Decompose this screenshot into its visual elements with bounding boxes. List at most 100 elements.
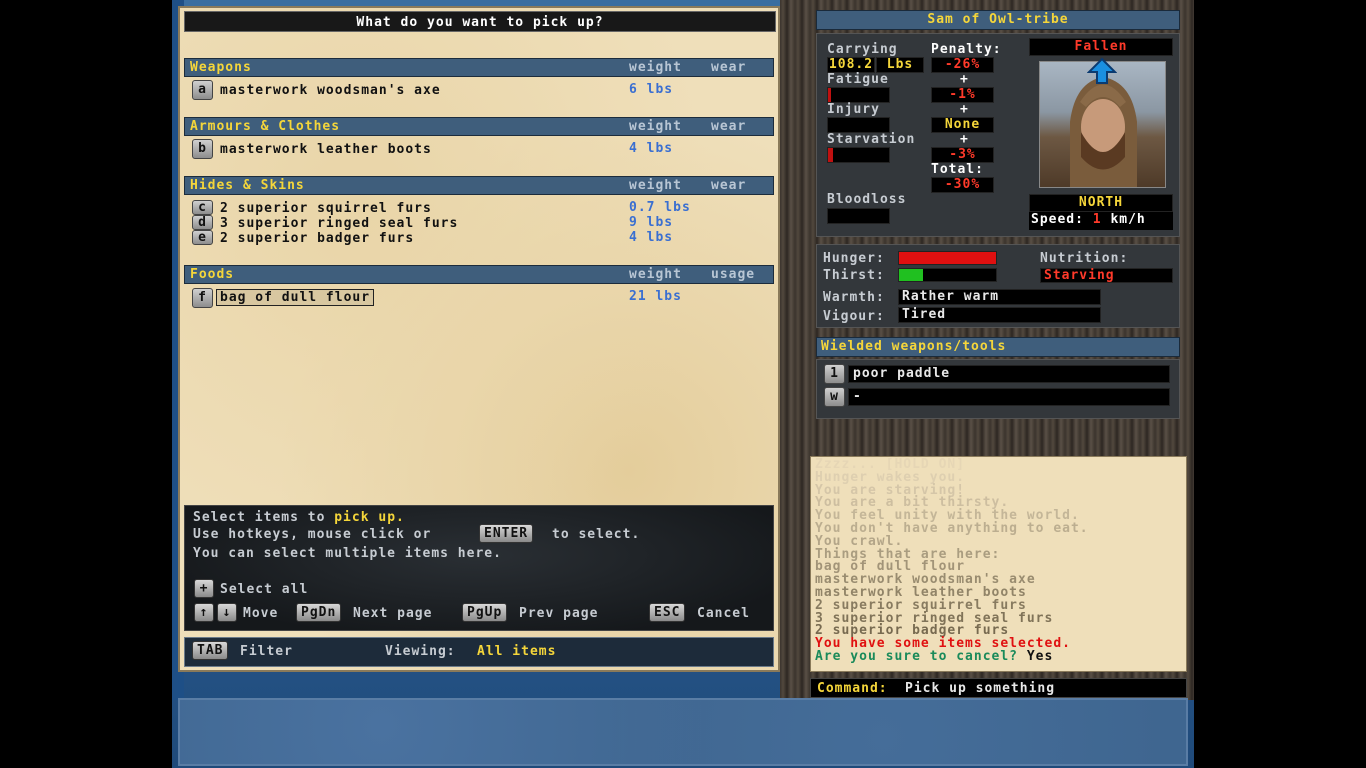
item-leather-boots[interactable]: masterwork leather boots bbox=[220, 142, 432, 157]
wielded-title: Wielded weapons/tools bbox=[816, 337, 1180, 357]
move-label: Move bbox=[243, 606, 279, 621]
penalty-fatigue: -1% bbox=[931, 87, 994, 103]
category-foods: Foods weight usage bbox=[184, 265, 774, 284]
carrying-value: 108.2 bbox=[827, 57, 875, 73]
item-seal-furs[interactable]: 3 superior ringed seal furs bbox=[220, 216, 458, 231]
help-line-2: Use hotkeys, mouse click or bbox=[193, 527, 432, 542]
penalty-label: Penalty: bbox=[931, 42, 1002, 57]
penalty-total: -30% bbox=[931, 177, 994, 193]
hotkey-d[interactable]: d bbox=[192, 215, 213, 230]
carrying-label: Carrying bbox=[827, 42, 898, 57]
log-answer: Yes bbox=[1026, 648, 1054, 664]
item-weight: 9 lbs bbox=[629, 215, 674, 230]
speed-label: Speed: bbox=[1031, 212, 1084, 227]
fatigue-bar bbox=[827, 87, 890, 103]
hunger-bar bbox=[898, 251, 997, 265]
item-badger-furs[interactable]: 2 superior badger furs bbox=[220, 231, 414, 246]
character-name: Sam of Owl-tribe bbox=[816, 10, 1180, 30]
plus-sign: + bbox=[960, 102, 969, 117]
esc-key[interactable]: ESC bbox=[649, 603, 686, 622]
cancel-label[interactable]: Cancel bbox=[697, 606, 750, 621]
prev-page-label: Prev page bbox=[519, 606, 599, 621]
item-weight: 0.7 lbs bbox=[629, 200, 691, 215]
tab-key[interactable]: TAB bbox=[192, 641, 229, 660]
plus-sign: + bbox=[960, 72, 969, 87]
item-weight: 4 lbs bbox=[629, 141, 674, 156]
warmth-label: Warmth: bbox=[823, 290, 885, 305]
injury-label: Injury bbox=[827, 102, 880, 117]
category-hides: Hides & Skins weight wear bbox=[184, 176, 774, 195]
penalty-starvation: -3% bbox=[931, 147, 994, 163]
hunger-label: Hunger: bbox=[823, 251, 885, 266]
next-page-label: Next page bbox=[353, 606, 433, 621]
category-label: Weapons bbox=[190, 60, 252, 75]
arrow-up-icon[interactable]: ↑ bbox=[194, 603, 214, 622]
fatigue-label: Fatigue bbox=[827, 72, 889, 87]
item-squirrel-furs[interactable]: 2 superior squirrel furs bbox=[220, 201, 432, 216]
bottom-panel bbox=[178, 698, 1188, 766]
help-highlight: pick up. bbox=[334, 510, 405, 525]
wield-slot-1-key[interactable]: 1 bbox=[824, 364, 845, 384]
hotkey-f[interactable]: f bbox=[192, 288, 213, 308]
nutrition-value: Starving bbox=[1040, 268, 1173, 283]
wield-slot-1[interactable]: poor paddle bbox=[848, 365, 1170, 383]
column-wear: wear bbox=[711, 119, 747, 134]
speed-row: Speed: 1 km/h bbox=[1029, 212, 1173, 230]
status-fallen: Fallen bbox=[1029, 38, 1173, 56]
hotkey-e[interactable]: e bbox=[192, 230, 213, 245]
column-weight: weight bbox=[629, 267, 682, 282]
penalty-injury: None bbox=[931, 117, 994, 133]
pgup-key[interactable]: PgUp bbox=[462, 603, 508, 622]
total-label: Total: bbox=[931, 162, 984, 177]
column-weight: weight bbox=[629, 119, 682, 134]
command-bar[interactable]: Command: Pick up something bbox=[810, 678, 1187, 698]
pgdn-key[interactable]: PgDn bbox=[296, 603, 342, 622]
viewing-label: Viewing: bbox=[385, 644, 456, 659]
carrying-unit: Lbs bbox=[876, 57, 924, 73]
wield-slot-w[interactable]: - bbox=[848, 388, 1170, 406]
item-woodsmans-axe[interactable]: masterwork woodsman's axe bbox=[220, 83, 441, 98]
category-weapons: Weapons weight wear bbox=[184, 58, 774, 77]
category-label: Armours & Clothes bbox=[190, 119, 341, 134]
filter-label[interactable]: Filter bbox=[240, 644, 293, 659]
nutrition-label: Nutrition: bbox=[1040, 251, 1129, 266]
direction-label: NORTH bbox=[1029, 194, 1173, 212]
item-weight: 6 lbs bbox=[629, 82, 674, 97]
help-line-1: Select items to pick up. bbox=[193, 510, 405, 525]
select-all-label[interactable]: Select all bbox=[220, 582, 308, 597]
thirst-bar bbox=[898, 268, 997, 282]
column-wear: wear bbox=[711, 178, 747, 193]
category-label: Foods bbox=[190, 267, 235, 282]
category-label: Hides & Skins bbox=[190, 178, 305, 193]
bloodloss-label: Bloodloss bbox=[827, 192, 907, 207]
help-line-2-end: to select. bbox=[552, 527, 641, 542]
viewing-value: All items bbox=[477, 644, 557, 659]
penalty-carry: -26% bbox=[931, 57, 994, 73]
log-question: Are you sure to cancel? bbox=[815, 648, 1019, 664]
warmth-value: Rather warm bbox=[898, 289, 1101, 305]
command-label: Command: bbox=[817, 681, 888, 696]
vigour-label: Vigour: bbox=[823, 309, 885, 324]
hotkey-c[interactable]: c bbox=[192, 200, 213, 215]
wield-slot-w-key[interactable]: w bbox=[824, 387, 845, 407]
dialog-title: What do you want to pick up? bbox=[184, 11, 776, 32]
log-question-row: Are you sure to cancel? Yes bbox=[815, 648, 1182, 664]
starvation-label: Starvation bbox=[827, 132, 916, 147]
thirst-label: Thirst: bbox=[823, 268, 885, 283]
bloodloss-bar bbox=[827, 208, 890, 224]
hotkey-b[interactable]: b bbox=[192, 139, 213, 159]
hotkey-a[interactable]: a bbox=[192, 80, 213, 100]
item-dull-flour-selected[interactable]: bag of dull flour bbox=[216, 289, 375, 306]
direction-arrow-icon bbox=[1087, 57, 1117, 84]
plus-key[interactable]: + bbox=[194, 579, 214, 598]
column-wear: wear bbox=[711, 60, 747, 75]
speed-unit: km/h bbox=[1110, 212, 1146, 227]
injury-bar bbox=[827, 117, 890, 133]
enter-key[interactable]: ENTER bbox=[479, 524, 534, 543]
column-weight: weight bbox=[629, 178, 682, 193]
arrow-down-icon[interactable]: ↓ bbox=[217, 603, 237, 622]
starvation-bar bbox=[827, 147, 890, 163]
plus-sign: + bbox=[960, 132, 969, 147]
message-log: Zzzz... [HOLD ON] Hunger wakes you. You … bbox=[810, 456, 1187, 672]
column-weight: weight bbox=[629, 60, 682, 75]
